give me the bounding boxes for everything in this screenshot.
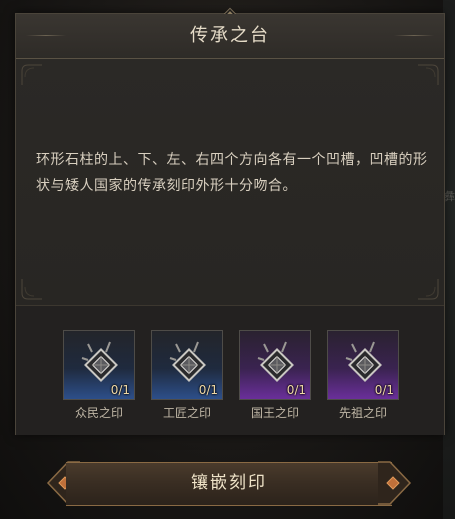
panel-header: 传承之台 bbox=[16, 14, 444, 59]
seal-slot-ancestors[interactable]: 0/1 先祖之印 bbox=[327, 330, 399, 426]
corner-flourish-icon bbox=[418, 64, 439, 85]
slot-label: 工匠之印 bbox=[162, 406, 211, 420]
slot-label: 国王之印 bbox=[250, 406, 299, 420]
seal-slot-frame[interactable]: 0/1 bbox=[239, 330, 311, 400]
seal-slot-frame[interactable]: 0/1 bbox=[63, 330, 135, 400]
inheritance-altar-panel: 传承之台 环形石柱的上、下、左、右四个方向各有一个凹槽，凹槽的形状与矮人国家的传… bbox=[15, 7, 445, 435]
corner-flourish-icon bbox=[21, 279, 42, 300]
seal-slot-artisans[interactable]: 0/1 工匠之印 bbox=[151, 330, 223, 426]
embed-seal-button[interactable]: 镶嵌刻印 bbox=[44, 458, 414, 508]
embed-seal-button-label: 镶嵌刻印 bbox=[191, 473, 267, 493]
corner-flourish-icon bbox=[418, 279, 439, 300]
corner-flourish-icon bbox=[21, 64, 42, 85]
slot-count: 0/1 bbox=[374, 383, 394, 397]
slot-label: 先祖之印 bbox=[338, 406, 387, 420]
seal-slot-frame[interactable]: 0/1 bbox=[327, 330, 399, 400]
background-partial-text: 彝 bbox=[444, 190, 455, 203]
seal-slot-frame[interactable]: 0/1 bbox=[151, 330, 223, 400]
seal-slot-king[interactable]: 0/1 国王之印 bbox=[239, 330, 311, 426]
panel-title: 传承之台 bbox=[190, 25, 270, 46]
seal-slot-commoners[interactable]: 0/1 众民之印 bbox=[63, 330, 135, 426]
button-right-cap-icon bbox=[378, 461, 412, 505]
slot-count: 0/1 bbox=[286, 383, 306, 397]
slot-label: 众民之印 bbox=[74, 406, 123, 420]
altar-description: 环形石柱的上、下、左、右四个方向各有一个凹槽，凹槽的形状与矮人国家的传承刻印外形… bbox=[36, 152, 428, 194]
slot-count: 0/1 bbox=[110, 383, 130, 397]
slot-count: 0/1 bbox=[198, 383, 218, 397]
game-screen: 彝 传承之台 环形石柱的上、下、左、右四个方向各有一个凹槽，凹槽的形状与矮人国家… bbox=[0, 0, 455, 519]
seal-slots: 0/1 众民之印 0/1 工匠之印 0/1 国王之印 0/1 先祖之印 bbox=[16, 305, 444, 435]
